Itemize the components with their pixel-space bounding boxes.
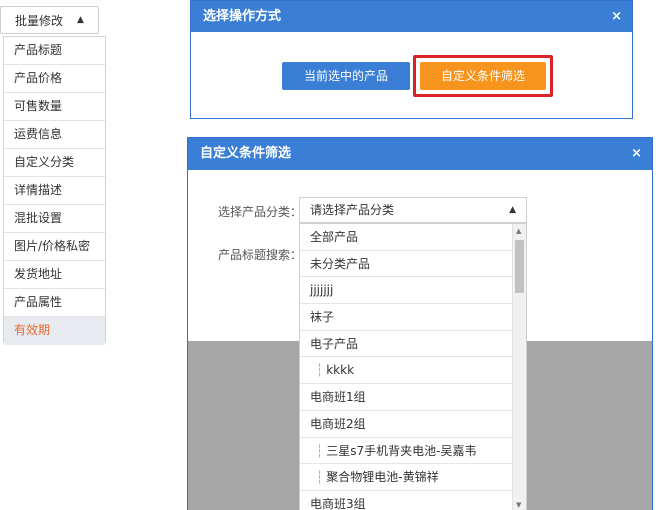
batch-menu-item[interactable]: 图片/价格私密 bbox=[4, 233, 105, 261]
option-label: 袜子 bbox=[310, 310, 335, 325]
close-icon[interactable]: × bbox=[631, 138, 642, 170]
caret-up-icon: ▲ bbox=[509, 205, 516, 215]
select-placeholder: 请选择产品分类 bbox=[310, 203, 395, 217]
batch-menu-item[interactable]: 有效期 bbox=[4, 317, 105, 345]
batch-menu-item[interactable]: 运费信息 bbox=[4, 121, 105, 149]
dialog-header: 选择操作方式 × bbox=[191, 1, 632, 32]
category-label: 选择产品分类： bbox=[218, 205, 303, 219]
option-label: jjjjjjj bbox=[310, 283, 334, 298]
background-strip bbox=[190, 120, 653, 136]
caret-up-icon: ▲ bbox=[77, 15, 84, 25]
category-option[interactable]: 未分类产品 bbox=[300, 251, 513, 278]
category-option[interactable]: jjjjjjj bbox=[300, 277, 513, 305]
category-option[interactable]: 袜子 bbox=[300, 304, 513, 331]
title-search-label: 产品标题搜索： bbox=[218, 248, 303, 262]
scrollbar[interactable]: ▲ ▼ bbox=[512, 224, 526, 510]
batch-menu-item[interactable]: 可售数量 bbox=[4, 93, 105, 121]
current-selected-products-button[interactable]: 当前选中的产品 bbox=[282, 62, 410, 90]
scroll-thumb[interactable] bbox=[515, 240, 524, 293]
category-option[interactable]: 电商班2组 bbox=[300, 411, 513, 438]
choose-operation-dialog: 选择操作方式 × 当前选中的产品 自定义条件筛选 bbox=[190, 0, 633, 119]
batch-edit-button[interactable]: 批量修改 ▲ bbox=[0, 6, 99, 34]
option-label: kkkk bbox=[326, 363, 355, 378]
batch-menu-item[interactable]: 产品价格 bbox=[4, 65, 105, 93]
tree-branch-icon: ┆ bbox=[316, 363, 324, 378]
option-label: 全部产品 bbox=[310, 230, 359, 244]
category-option[interactable]: ┆ kkkk bbox=[300, 357, 513, 385]
option-label: 电商班3组 bbox=[310, 496, 366, 510]
batch-edit-label: 批量修改 bbox=[15, 13, 64, 28]
custom-filter-dialog: 自定义条件筛选 × 选择产品分类： 产品标题搜索： 请选择产品分类 ▲ 全部产品… bbox=[187, 137, 653, 510]
option-label: 三星s7手机背夹电池-吴嘉韦 bbox=[326, 443, 477, 458]
batch-menu-item[interactable]: 产品标题 bbox=[4, 37, 105, 65]
batch-menu-item[interactable]: 详情描述 bbox=[4, 177, 105, 205]
close-icon[interactable]: × bbox=[611, 1, 622, 32]
custom-filter-button[interactable]: 自定义条件筛选 bbox=[420, 62, 546, 90]
option-label: 电子产品 bbox=[310, 336, 359, 351]
category-option[interactable]: 电商班1组 bbox=[300, 384, 513, 411]
category-option[interactable]: ┆ 三星s7手机背夹电池-吴嘉韦 bbox=[300, 438, 513, 465]
batch-edit-menu: 产品标题 产品价格 可售数量 运费信息 自定义分类 详情描述 混批设置 图片/价格私密 发货地址… bbox=[3, 36, 106, 345]
scroll-down-icon[interactable]: ▼ bbox=[516, 501, 521, 509]
category-option[interactable]: 全部产品 bbox=[300, 224, 513, 251]
option-label: 聚合物锂电池-黄锦祥 bbox=[326, 470, 439, 485]
scroll-up-icon[interactable]: ▲ bbox=[516, 227, 521, 235]
option-label: 电商班1组 bbox=[310, 390, 366, 405]
dialog-header: 自定义条件筛选 × bbox=[188, 138, 652, 170]
category-option[interactable]: 电商班3组 bbox=[300, 491, 513, 510]
option-label: 电商班2组 bbox=[310, 416, 366, 431]
option-label: 未分类产品 bbox=[310, 256, 371, 271]
dialog-title: 自定义条件筛选 bbox=[200, 146, 292, 161]
tree-branch-icon: ┆ bbox=[316, 470, 324, 485]
batch-menu-item[interactable]: 混批设置 bbox=[4, 205, 105, 233]
category-options-list: 全部产品 未分类产品 jjjjjjj 袜子 电子产品 ┆ kkkk 电商班1组 电商班2组 ┆ 三星… bbox=[299, 223, 527, 510]
category-option[interactable]: ┆ 聚合物锂电池-黄锦祥 bbox=[300, 464, 513, 491]
batch-menu-item[interactable]: 发货地址 bbox=[4, 261, 105, 289]
category-select[interactable]: 请选择产品分类 ▲ bbox=[299, 197, 527, 223]
dialog-title: 选择操作方式 bbox=[203, 9, 282, 24]
batch-menu-item[interactable]: 自定义分类 bbox=[4, 149, 105, 177]
batch-menu-item[interactable]: 产品属性 bbox=[4, 289, 105, 317]
category-option[interactable]: 电子产品 bbox=[300, 331, 513, 358]
tree-branch-icon: ┆ bbox=[316, 443, 324, 458]
